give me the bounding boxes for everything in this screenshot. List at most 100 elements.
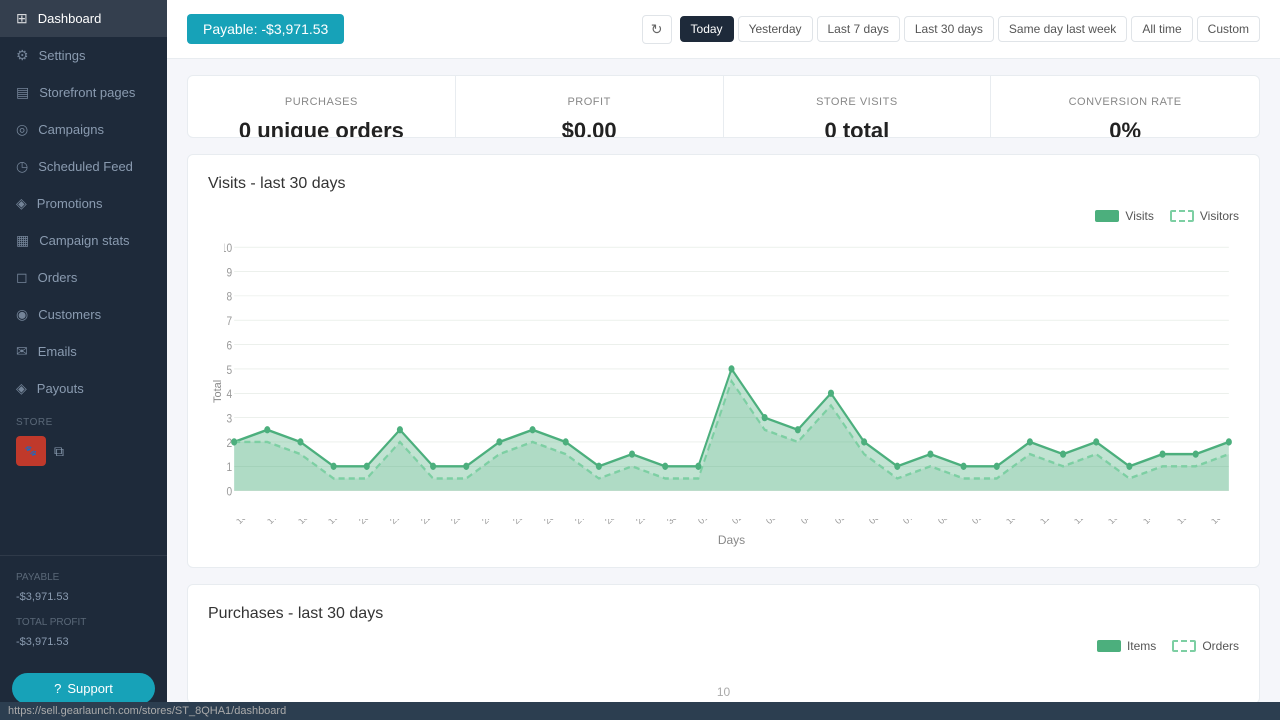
visit-point-23 [994, 463, 1000, 470]
visit-point-9 [530, 426, 536, 433]
items-legend-item: Items [1097, 639, 1156, 653]
filter-same-day-last-week-button[interactable]: Same day last week [998, 16, 1127, 42]
filter-last-7-days-button[interactable]: Last 7 days [817, 16, 900, 42]
svg-text:8: 8 [226, 291, 232, 304]
x-axis-date-7: 23 Apr [449, 519, 474, 526]
visit-point-4 [364, 463, 370, 470]
x-axis-date-10: 26 Apr [542, 519, 567, 526]
stat-value-1: $0.00 [476, 118, 703, 138]
visit-point-12 [629, 450, 635, 457]
visit-point-0 [231, 438, 237, 445]
sidebar-item-orders[interactable]: ◻ Orders [0, 259, 167, 296]
svg-text:0: 0 [226, 486, 232, 499]
campaigns-label: Campaigns [38, 122, 104, 137]
dashboard-icon: ⊞ [16, 10, 28, 27]
svg-text:5: 5 [226, 364, 232, 377]
visits-chart-section: Visits - last 30 days Visits Visitors To… [187, 154, 1260, 568]
chart-wrapper: Total 012345678910 16 Apr17 Apr18 Apr19 … [208, 235, 1239, 547]
store-external-link-icon[interactable]: ⧉ [54, 443, 64, 460]
svg-text:1: 1 [226, 461, 232, 474]
x-axis-date-16: 02 May [730, 519, 758, 526]
y-axis-label: Total [208, 235, 224, 547]
x-axis-date-22: 08 May [936, 519, 964, 526]
sidebar-item-storefront-pages[interactable]: ▤Storefront pages [0, 74, 167, 111]
items-legend-label: Items [1127, 639, 1156, 653]
stat-label-1: PROFIT [476, 96, 703, 108]
header: Payable: -$3,971.53 ↻ TodayYesterdayLast… [167, 0, 1280, 59]
purchases-chart-title: Purchases - last 30 days [208, 605, 1239, 623]
visit-point-26 [1093, 438, 1099, 445]
sidebar-item-campaign-stats[interactable]: ▦Campaign stats [0, 222, 167, 259]
svg-text:2: 2 [226, 437, 232, 450]
svg-text:9: 9 [226, 267, 232, 280]
sidebar-item-customers[interactable]: ◉Customers [0, 296, 167, 333]
x-axis-date-8: 24 Apr [480, 519, 505, 526]
x-axis-date-27: 13 May [1106, 519, 1134, 526]
visit-point-21 [927, 450, 933, 457]
sidebar-item-campaigns[interactable]: ◎Campaigns [0, 111, 167, 148]
emails-icon: ✉ [16, 343, 28, 360]
x-axis-date-30: 16 May [1209, 519, 1237, 526]
sidebar-item-dashboard[interactable]: ⊞Dashboard [0, 0, 167, 37]
svg-text:7: 7 [226, 315, 232, 328]
emails-label: Emails [38, 344, 77, 359]
visitors-legend-dashed [1170, 210, 1194, 222]
orders-label: Orders [38, 270, 78, 285]
support-button[interactable]: ? Support [12, 673, 155, 704]
refresh-button[interactable]: ↻ [642, 15, 672, 44]
store-image: 🐾 [16, 436, 46, 466]
stat-card-3: CONVERSION RATE 0% [991, 76, 1259, 138]
main-content: Payable: -$3,971.53 ↻ TodayYesterdayLast… [167, 0, 1280, 720]
svg-text:6: 6 [226, 340, 232, 353]
purchases-chart-section: Purchases - last 30 days Items Orders 10 [187, 584, 1260, 704]
payouts-icon: ◈ [16, 380, 27, 397]
filter-custom-button[interactable]: Custom [1197, 16, 1260, 42]
visits-legend-label: Visits [1125, 209, 1153, 223]
svg-text:3: 3 [226, 413, 232, 426]
visit-point-7 [463, 463, 469, 470]
visits-chart-title: Visits - last 30 days [208, 175, 1239, 193]
filter-today-button[interactable]: Today [680, 16, 734, 42]
orders-legend-label: Orders [1202, 639, 1239, 653]
x-axis-date-29: 15 May [1175, 519, 1203, 526]
sidebar-item-promotions[interactable]: ◈Promotions [0, 185, 167, 222]
x-axis-date-4: 20 Apr [357, 519, 382, 526]
support-label: Support [67, 681, 113, 696]
visits-legend-solid [1095, 210, 1119, 222]
filter-last-30-days-button[interactable]: Last 30 days [904, 16, 994, 42]
visitors-area [234, 381, 1229, 491]
date-filters: ↻ TodayYesterdayLast 7 daysLast 30 daysS… [642, 15, 1260, 44]
visits-chart-svg: 012345678910 [224, 235, 1239, 515]
purchases-chart-legend: Items Orders [208, 639, 1239, 653]
visit-point-10 [563, 438, 569, 445]
visits-chart-legend: Visits Visitors [208, 209, 1239, 223]
stat-card-2: STORE VISITS 0 total 0 unique [724, 76, 992, 138]
filter-all-time-button[interactable]: All time [1131, 16, 1192, 42]
visit-point-13 [662, 463, 668, 470]
sidebar-item-settings[interactable]: ⚙Settings [0, 37, 167, 74]
stat-value-0: 0 unique orders [208, 118, 435, 138]
sidebar-item-scheduled-feed[interactable]: ◷Scheduled Feed [0, 148, 167, 185]
x-axis-date-20: 06 May [867, 519, 895, 526]
visit-point-1 [264, 426, 270, 433]
settings-icon: ⚙ [16, 47, 29, 64]
visit-point-8 [496, 438, 502, 445]
payable-badge: Payable: -$3,971.53 [187, 14, 344, 44]
x-axis-date-9: 25 Apr [511, 519, 536, 526]
orders-legend-dashed [1172, 640, 1196, 652]
promotions-icon: ◈ [16, 195, 27, 212]
x-axis-dates: 16 Apr17 Apr18 Apr19 Apr20 Apr21 Apr22 A… [224, 519, 1239, 529]
visitors-legend-label: Visitors [1200, 209, 1239, 223]
x-axis-date-24: 10 May [1004, 519, 1032, 526]
filter-yesterday-button[interactable]: Yesterday [738, 16, 813, 42]
x-axis-date-26: 12 May [1072, 519, 1100, 526]
sidebar-item-payouts[interactable]: ◈Payouts [0, 370, 167, 407]
x-axis-date-1: 17 Apr [265, 519, 290, 526]
total-profit-meta: TOTAL PROFIT -$3,971.53 [16, 613, 151, 653]
x-axis-date-14: 30 Apr [665, 519, 690, 526]
x-axis-date-15: 01 May [696, 519, 724, 526]
sidebar-item-emails[interactable]: ✉ Emails [0, 333, 167, 370]
scheduled-feed-label: Scheduled Feed [38, 159, 133, 174]
orders-icon: ◻ [16, 269, 28, 286]
stat-value-3: 0% [1011, 118, 1239, 138]
